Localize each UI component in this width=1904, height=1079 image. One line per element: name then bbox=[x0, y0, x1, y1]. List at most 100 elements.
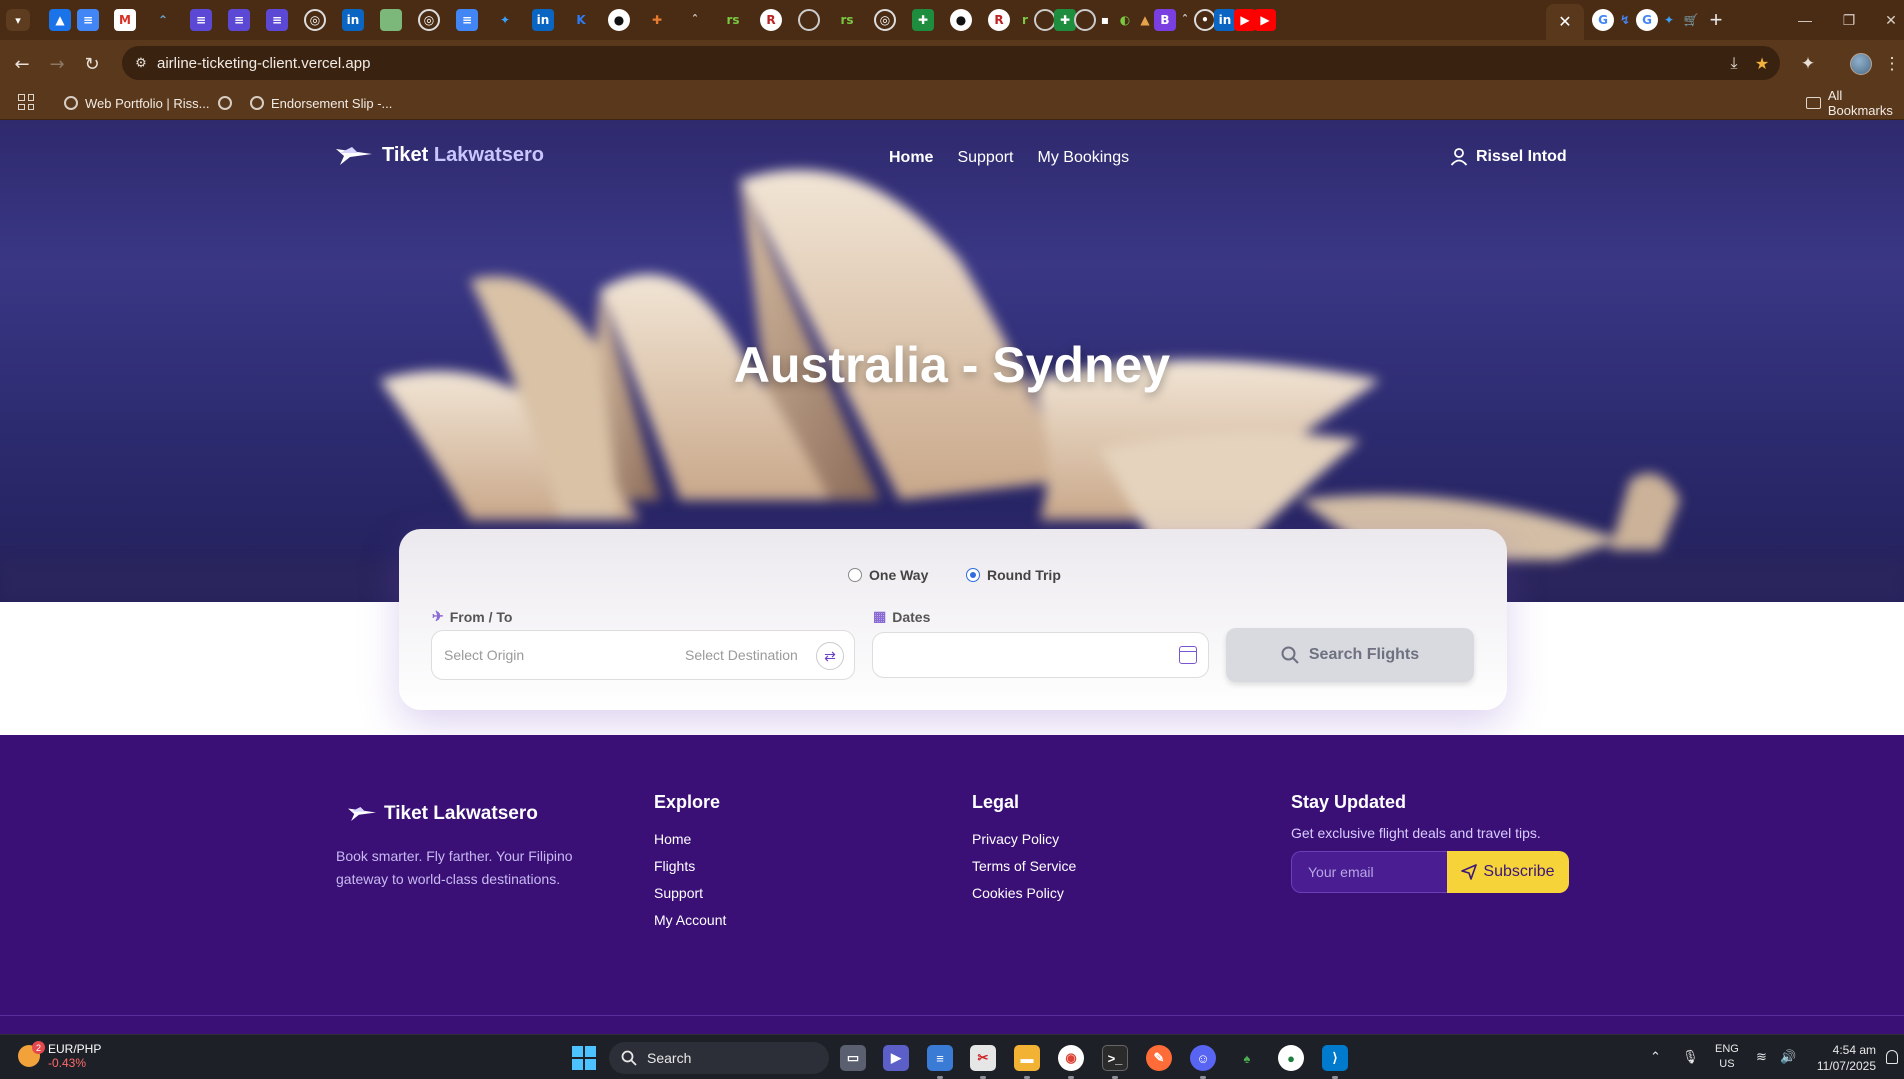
origin-select[interactable]: Select Origin bbox=[444, 647, 524, 663]
system-clock[interactable]: 4:54 am 11/07/2025 bbox=[1810, 1042, 1876, 1074]
reload-icon[interactable]: ↻ bbox=[80, 52, 104, 76]
globe-tab-icon[interactable] bbox=[1034, 9, 1056, 31]
mongodb-icon[interactable]: ♠ bbox=[1234, 1045, 1260, 1071]
tab-icon[interactable]: ▲ bbox=[1134, 9, 1156, 31]
globe-tab-icon[interactable] bbox=[798, 9, 820, 31]
snipping-tool-icon[interactable]: ✂ bbox=[970, 1045, 996, 1071]
vscode-icon[interactable]: ⟩ bbox=[1322, 1045, 1348, 1071]
round-trip-radio[interactable] bbox=[966, 568, 980, 582]
site-logo[interactable]: Tiket Lakwatsero bbox=[336, 144, 544, 167]
tab-icon[interactable]: r bbox=[1014, 9, 1036, 31]
nav-home[interactable]: Home bbox=[889, 149, 933, 167]
discord-icon[interactable]: ☺ bbox=[1190, 1045, 1216, 1071]
tab-icon[interactable]: B bbox=[1154, 9, 1176, 31]
openai-tab-icon[interactable]: ◎ bbox=[304, 9, 326, 31]
footer-link-support[interactable]: Support bbox=[654, 885, 726, 901]
footer-link-terms[interactable]: Terms of Service bbox=[972, 858, 1076, 874]
notification-bell-icon[interactable] bbox=[1886, 1050, 1898, 1064]
volume-icon[interactable]: 🔊 bbox=[1780, 1049, 1796, 1065]
tab-icon[interactable]: ✚ bbox=[646, 9, 668, 31]
list-tab-icon[interactable]: ≡ bbox=[266, 9, 288, 31]
minimize-icon[interactable]: — bbox=[1790, 8, 1820, 32]
address-bar[interactable]: ⚙ airline-ticketing-client.vercel.app ⤓ … bbox=[122, 46, 1780, 80]
footer-link-privacy[interactable]: Privacy Policy bbox=[972, 831, 1076, 847]
footer-link-home[interactable]: Home bbox=[654, 831, 726, 847]
close-window-icon[interactable]: ✕ bbox=[1876, 8, 1904, 32]
chrome-icon[interactable]: ◉ bbox=[1058, 1045, 1084, 1071]
google-tab-icon[interactable]: G bbox=[1636, 9, 1658, 31]
footer-link-cookies[interactable]: Cookies Policy bbox=[972, 885, 1076, 901]
microphone-icon[interactable]: 🎙 bbox=[1682, 1049, 1699, 1065]
openai-tab-icon[interactable]: ◎ bbox=[418, 9, 440, 31]
list-tab-icon[interactable]: ≡ bbox=[228, 9, 250, 31]
github-tab-icon[interactable]: ● bbox=[608, 9, 630, 31]
tab-search-button[interactable]: ▾ bbox=[6, 9, 30, 31]
bookmark-item[interactable]: Endorsement Slip -... bbox=[250, 93, 392, 113]
sheets-tab-icon[interactable]: ✚ bbox=[1054, 9, 1076, 31]
docs-tab-icon[interactable]: ≡ bbox=[77, 9, 99, 31]
dates-input[interactable] bbox=[872, 632, 1209, 678]
github-tab-icon[interactable]: ● bbox=[950, 9, 972, 31]
tab-icon[interactable]: ˆ bbox=[1174, 9, 1196, 31]
nav-my-bookings[interactable]: My Bookings bbox=[1038, 149, 1130, 167]
gmail-tab-icon[interactable]: M bbox=[114, 9, 136, 31]
tab-icon[interactable]: ↯ bbox=[1614, 9, 1636, 31]
show-hidden-icons-chevron[interactable]: ⌃ bbox=[1650, 1049, 1661, 1065]
linkedin-tab-icon[interactable]: in bbox=[532, 9, 554, 31]
bookmark-star-icon[interactable]: ★ bbox=[1752, 54, 1772, 74]
notepad-icon[interactable]: ≡ bbox=[927, 1045, 953, 1071]
list-tab-icon[interactable]: ≡ bbox=[190, 9, 212, 31]
apps-grid-icon[interactable] bbox=[18, 94, 34, 110]
youtube-tab-icon[interactable]: ▶ bbox=[1234, 9, 1256, 31]
input-language[interactable]: ENG US bbox=[1715, 1042, 1739, 1072]
drive-tab-icon[interactable]: ▲ bbox=[49, 9, 71, 31]
openai-tab-icon[interactable]: ◎ bbox=[874, 9, 896, 31]
linkedin-tab-icon[interactable]: in bbox=[342, 9, 364, 31]
swap-route-button[interactable]: ⇄ bbox=[816, 642, 844, 670]
install-app-icon[interactable]: ⤓ bbox=[1724, 54, 1744, 74]
messenger-tab-icon[interactable]: ✦ bbox=[494, 9, 516, 31]
tab-icon[interactable]: R bbox=[760, 9, 782, 31]
stock-ticker-widget[interactable]: 2 EUR/PHP -0.43% bbox=[18, 1041, 101, 1070]
tab-icon[interactable]: rs bbox=[836, 9, 858, 31]
docs-tab-icon[interactable]: ≡ bbox=[456, 9, 478, 31]
bookmark-item[interactable]: Web Portfolio | Riss... bbox=[64, 93, 210, 113]
taskbar-search[interactable]: Search bbox=[609, 1042, 829, 1074]
tab-icon[interactable]: ▪ bbox=[1094, 9, 1116, 31]
app-icon[interactable]: ● bbox=[1278, 1045, 1304, 1071]
globe-tab-icon[interactable] bbox=[1074, 9, 1096, 31]
messenger-tab-icon[interactable]: ✦ bbox=[1658, 9, 1680, 31]
terminal-icon[interactable]: >_ bbox=[1102, 1045, 1128, 1071]
task-view-icon[interactable]: ▭ bbox=[840, 1045, 866, 1071]
tab-icon[interactable]: R bbox=[988, 9, 1010, 31]
linkedin-tab-icon[interactable]: in bbox=[1214, 9, 1236, 31]
browser-menu-icon[interactable]: ⋮ bbox=[1880, 52, 1904, 76]
google-tab-icon[interactable]: G bbox=[1592, 9, 1614, 31]
back-icon[interactable]: ← bbox=[10, 52, 34, 76]
tab-icon[interactable]: 🛒 bbox=[1680, 9, 1702, 31]
site-info-icon[interactable]: ⚙ bbox=[132, 54, 150, 72]
url-text[interactable]: airline-ticketing-client.vercel.app bbox=[157, 55, 370, 72]
file-explorer-icon[interactable]: ▬ bbox=[1014, 1045, 1040, 1071]
teams-icon[interactable]: ▶ bbox=[883, 1045, 909, 1071]
bookmark-item[interactable] bbox=[218, 93, 232, 113]
sheets-tab-icon[interactable]: ✚ bbox=[912, 9, 934, 31]
one-way-radio[interactable] bbox=[848, 568, 862, 582]
footer-link-flights[interactable]: Flights bbox=[654, 858, 726, 874]
trip-one-way-option[interactable]: One Way bbox=[848, 567, 928, 583]
calendar-icon[interactable] bbox=[1179, 646, 1197, 664]
user-menu[interactable]: Rissel Intod bbox=[1450, 148, 1567, 166]
tab-icon[interactable] bbox=[380, 9, 402, 31]
youtube-tab-icon[interactable]: ▶ bbox=[1254, 9, 1276, 31]
tab-icon[interactable]: • bbox=[1194, 9, 1216, 31]
trip-round-trip-option[interactable]: Round Trip bbox=[966, 567, 1061, 583]
restore-icon[interactable]: ❐ bbox=[1834, 8, 1864, 32]
footer-logo[interactable]: Tiket Lakwatsero bbox=[348, 803, 538, 825]
windows-start-icon[interactable] bbox=[572, 1046, 596, 1070]
subscribe-button[interactable]: Subscribe bbox=[1447, 851, 1569, 893]
new-tab-button[interactable]: + bbox=[1704, 6, 1728, 34]
destination-select[interactable]: Select Destination bbox=[685, 647, 798, 663]
active-tab-close-icon[interactable]: ✕ bbox=[1546, 4, 1584, 40]
extensions-icon[interactable]: ✦ bbox=[1796, 52, 1820, 76]
nav-support[interactable]: Support bbox=[957, 149, 1013, 167]
